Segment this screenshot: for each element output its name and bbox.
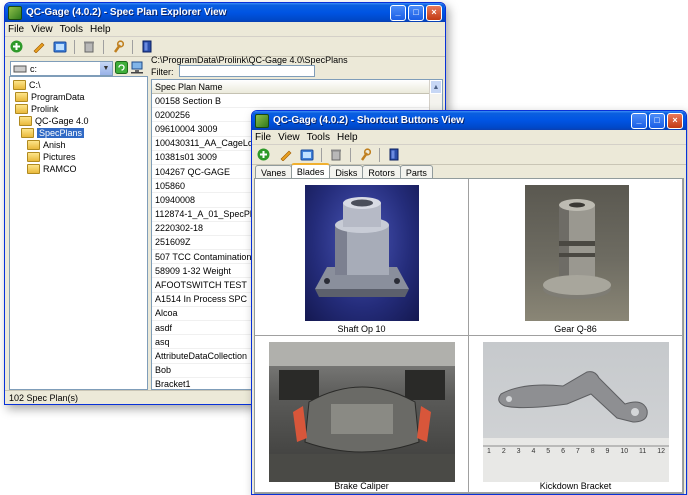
explorer-title: QC-Gage (4.0.2) - Spec Plan Explorer Vie… [26, 7, 227, 18]
network-icon[interactable] [129, 59, 145, 75]
tree-item-pictures[interactable]: Pictures [13, 151, 147, 163]
view-icon[interactable] [52, 39, 68, 55]
book-icon[interactable] [139, 39, 155, 55]
folder-open-icon [15, 92, 28, 102]
tree-item-specplans[interactable]: SpecPlans [13, 127, 147, 139]
tree-item-root[interactable]: C:\ [13, 79, 147, 91]
delete-icon[interactable] [81, 39, 97, 55]
ruler-marks: 1 2 3 4 5 6 7 8 9 10 11 12 [487, 448, 665, 455]
shortcut-grid: Shaft Op 10 Gear Q-86 Brake Caliper 1 2 … [254, 178, 684, 494]
spec-plan-row[interactable]: 00158 Section B [152, 94, 442, 109]
folder-tree: C:\ ProgramData Prolink QC-Gage 4.0 Spec… [9, 76, 148, 390]
menu-view[interactable]: View [31, 24, 53, 35]
toolbar-separator [350, 147, 351, 162]
gear-photo [525, 185, 629, 321]
toolbar-separator [321, 147, 322, 162]
menu-tools[interactable]: Tools [307, 132, 330, 143]
refresh-icon[interactable] [113, 59, 129, 75]
shortcut-toolbar [252, 145, 686, 165]
toolbar-separator [379, 147, 380, 162]
tree-item-anish[interactable]: Anish [13, 139, 147, 151]
minimize-button[interactable]: _ [390, 4, 406, 21]
maximize-button[interactable]: □ [649, 112, 665, 129]
add-icon[interactable] [8, 39, 24, 55]
folder-open-icon [13, 80, 26, 90]
drive-icon [13, 65, 27, 73]
app-icon [8, 5, 22, 20]
shortcut-title: QC-Gage (4.0.2) - Shortcut Buttons View [273, 115, 464, 126]
maximize-button[interactable]: □ [408, 4, 424, 21]
folder-icon [27, 140, 40, 150]
menu-tools[interactable]: Tools [60, 24, 83, 35]
drive-select[interactable]: c: ▼ [10, 61, 113, 76]
view-icon[interactable] [299, 147, 315, 163]
shaft-photo [305, 185, 419, 321]
chevron-down-icon[interactable]: ▼ [100, 62, 112, 75]
close-button[interactable]: × [426, 4, 442, 21]
tree-item-ramco[interactable]: RAMCO [13, 163, 147, 175]
explorer-menubar: File View Tools Help [5, 22, 445, 37]
tree-item-qcgage[interactable]: QC-Gage 4.0 [13, 115, 147, 127]
folder-open-icon [21, 128, 34, 138]
folder-open-icon [19, 116, 32, 126]
tools-icon[interactable] [357, 147, 373, 163]
menu-file[interactable]: File [255, 132, 271, 143]
minimize-button[interactable]: _ [631, 112, 647, 129]
folder-icon [27, 152, 40, 162]
shortcut-button-shaft-op-10[interactable]: Shaft Op 10 [255, 179, 469, 336]
explorer-toolbar [5, 37, 445, 57]
edit-icon[interactable] [30, 39, 46, 55]
filter-input[interactable] [179, 65, 315, 77]
shortcut-titlebar[interactable]: QC-Gage (4.0.2) - Shortcut Buttons View … [252, 111, 686, 130]
column-header-spec-plan-name[interactable]: Spec Plan Name [152, 80, 442, 94]
menu-file[interactable]: File [8, 24, 24, 35]
path-label: C:\ProgramData\Prolink\QC-Gage 4.0\SpecP… [151, 55, 348, 65]
toolbar-separator [132, 39, 133, 54]
tree-item-prolink[interactable]: Prolink [13, 103, 147, 115]
app-icon [255, 113, 269, 128]
toolbar-separator [103, 39, 104, 54]
explorer-titlebar[interactable]: QC-Gage (4.0.2) - Spec Plan Explorer Vie… [5, 3, 445, 22]
shortcut-label: Shaft Op 10 [337, 324, 386, 334]
kickdown-bracket-photo: 1 2 3 4 5 6 7 8 9 10 11 12 [483, 342, 669, 482]
shortcut-button-brake-caliper[interactable]: Brake Caliper [255, 336, 469, 493]
edit-icon[interactable] [277, 147, 293, 163]
shortcut-label: Brake Caliper [334, 481, 389, 491]
shortcut-button-kickdown-bracket[interactable]: 1 2 3 4 5 6 7 8 9 10 11 12 Kickdown Brac… [469, 336, 683, 493]
shortcut-menubar: File View Tools Help [252, 130, 686, 145]
shortcut-button-gear-q-86[interactable]: Gear Q-86 [469, 179, 683, 336]
filter-label: Filter: [151, 67, 174, 77]
menu-view[interactable]: View [278, 132, 300, 143]
book-icon[interactable] [386, 147, 402, 163]
scroll-up-icon[interactable]: ▲ [430, 80, 442, 94]
close-button[interactable]: × [667, 112, 683, 129]
delete-icon[interactable] [328, 147, 344, 163]
shortcut-label: Gear Q-86 [554, 324, 597, 334]
menu-help[interactable]: Help [90, 24, 111, 35]
shortcut-label: Kickdown Bracket [539, 481, 612, 491]
brake-caliper-photo [269, 342, 455, 482]
shortcut-window: QC-Gage (4.0.2) - Shortcut Buttons View … [251, 110, 687, 495]
drive-value: c: [30, 63, 38, 74]
folder-open-icon [15, 104, 28, 114]
add-icon[interactable] [255, 147, 271, 163]
tree-item-programdata[interactable]: ProgramData [13, 91, 147, 103]
menu-help[interactable]: Help [337, 132, 358, 143]
tools-icon[interactable] [110, 39, 126, 55]
folder-icon [27, 164, 40, 174]
status-text: 102 Spec Plan(s) [9, 392, 79, 403]
toolbar-separator [74, 39, 75, 54]
